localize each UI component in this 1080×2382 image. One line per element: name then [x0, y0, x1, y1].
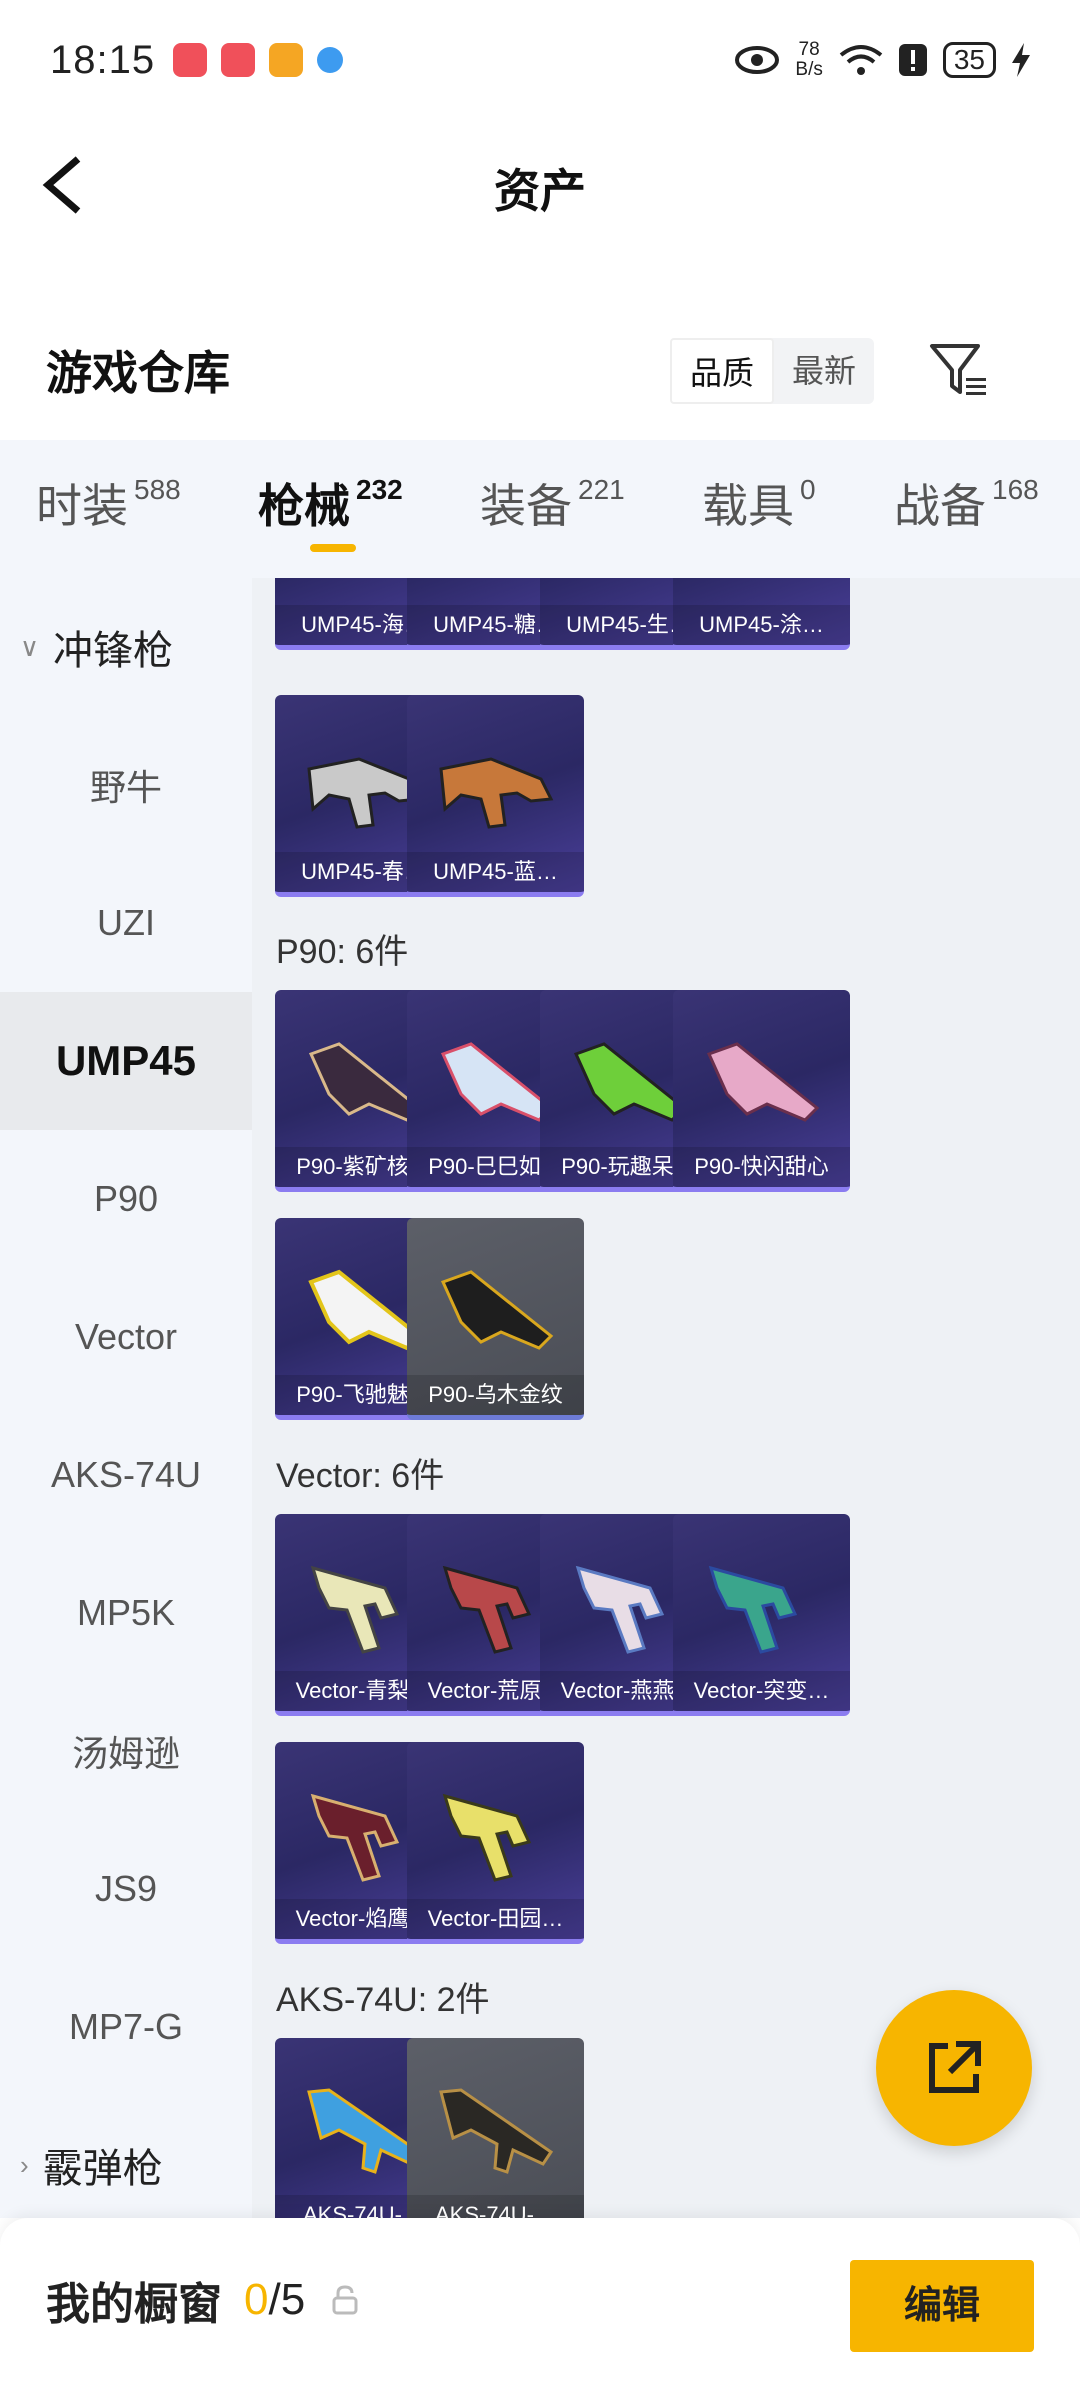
- gun-skin-image: [439, 757, 554, 829]
- share-button[interactable]: [876, 1990, 1032, 2146]
- status-bar: 18:15 78 B/s 35: [0, 0, 1080, 120]
- edit-button[interactable]: 编辑: [850, 2260, 1034, 2352]
- battery-indicator: 35: [942, 42, 996, 78]
- sort-latest-button[interactable]: 最新: [774, 338, 874, 404]
- sidebar-category-smg[interactable]: ∨ 冲锋枪: [0, 578, 252, 716]
- weapon-name: UMP45-涂…: [673, 605, 850, 645]
- weapon-name: Vector-突变…: [673, 1671, 850, 1711]
- page-title: 资产: [494, 164, 586, 217]
- sidebar-category-label: 冲锋枪: [53, 629, 174, 673]
- tab-equipment[interactable]: 装备 221: [480, 470, 625, 536]
- tab-label: 时装: [36, 480, 128, 532]
- app-notification-icon: [173, 43, 208, 77]
- filter-icon[interactable]: [928, 340, 990, 402]
- weapon-name: P90-乌木金纹: [407, 1375, 584, 1415]
- gun-skin-image: [440, 1270, 554, 1350]
- weapon-card[interactable]: UMP45-涂…: [673, 578, 850, 650]
- gun-skin-image: [706, 1042, 820, 1122]
- tab-label: 枪械: [258, 480, 350, 532]
- sidebar-item[interactable]: AKS-74U: [0, 1406, 252, 1544]
- sidebar-category-shotgun[interactable]: › 霰弹枪: [0, 2096, 252, 2234]
- tab-count: 588: [134, 474, 181, 505]
- chevron-down-icon: ∨: [20, 631, 40, 662]
- tab-count: 0: [800, 474, 816, 505]
- sidebar-item[interactable]: 野牛: [0, 716, 252, 854]
- section-title-p90: P90: 6件: [276, 933, 409, 971]
- warehouse-title: 游戏仓库: [46, 347, 230, 399]
- browser-notification-icon: [317, 47, 344, 73]
- external-link-icon: [929, 2041, 981, 2093]
- back-arrow-icon[interactable]: [38, 155, 98, 215]
- weapon-card[interactable]: UMP45-蓝…: [407, 695, 584, 897]
- gun-skin-image: [442, 1793, 532, 1882]
- chevron-right-icon: ›: [20, 2149, 29, 2180]
- weapon-card[interactable]: AKS-74U-…: [407, 2038, 584, 2218]
- tab-firearms[interactable]: 枪械 232: [258, 470, 403, 536]
- net-speed-value: 78: [798, 39, 820, 60]
- weapon-name: AKS-74U-…: [407, 2195, 584, 2218]
- sort-toggle: 品质 最新: [670, 338, 875, 404]
- sidebar-item-active[interactable]: UMP45: [0, 992, 252, 1130]
- sidebar-category-label: 霰弹枪: [42, 2147, 163, 2191]
- sidebar-item[interactable]: P90: [0, 1130, 252, 1268]
- weapon-name: Vector-田园…: [407, 1899, 584, 1939]
- lock-icon: [332, 2285, 358, 2315]
- game-notification-icon: [269, 43, 304, 77]
- sort-quality-button[interactable]: 品质: [670, 338, 775, 404]
- weapon-sidebar: ∨ 冲锋枪 野牛 UZI UMP45 P90 Vector AKS-74U MP…: [0, 578, 252, 2218]
- alert-icon: [898, 44, 927, 76]
- charging-icon: [1012, 43, 1030, 77]
- net-speed: 78 B/s: [795, 40, 822, 80]
- tab-label: 装备: [480, 480, 572, 532]
- showcase-count-separator: /: [268, 2275, 281, 2324]
- category-tabs: 时装 588 枪械 232 装备 221 载具 0 战备 168: [0, 440, 1080, 578]
- notification-icons: [173, 43, 344, 77]
- net-speed-unit: B/s: [795, 59, 823, 80]
- weapon-card[interactable]: Vector-突变…: [673, 1514, 850, 1716]
- sidebar-item[interactable]: Vector: [0, 1268, 252, 1406]
- weapon-card[interactable]: Vector-田园…: [407, 1742, 584, 1944]
- section-title-vector: Vector: 6件: [276, 1457, 445, 1495]
- section-title-aks74u: AKS-74U: 2件: [276, 1981, 490, 2019]
- tab-count: 168: [992, 474, 1039, 505]
- status-time: 18:15: [50, 37, 156, 82]
- weapon-grid: UMP45-海… UMP45-糖… UMP45-生… UMP45-涂… UMP4…: [252, 578, 1080, 2218]
- eye-icon: [735, 46, 780, 74]
- tab-label: 战备: [894, 480, 986, 532]
- tab-count: 221: [578, 474, 625, 505]
- gun-skin-image: [708, 1565, 798, 1654]
- tab-fashion[interactable]: 时装 588: [36, 470, 181, 536]
- tab-count: 232: [356, 474, 403, 505]
- warehouse-row: 游戏仓库 品质 最新: [0, 320, 1080, 420]
- weapon-card[interactable]: P90-乌木金纹: [407, 1218, 584, 1420]
- wifi-icon: [839, 45, 883, 75]
- weapon-name: UMP45-蓝…: [407, 852, 584, 892]
- status-right: 78 B/s 35: [735, 40, 1030, 80]
- showcase-count-total: 5: [280, 2275, 306, 2324]
- weapon-name: P90-快闪甜心: [673, 1147, 850, 1187]
- showcase-count-current: 0: [244, 2275, 269, 2324]
- showcase-bar: 我的橱窗 0/5 编辑: [0, 2218, 1080, 2382]
- header: 资产: [0, 120, 1080, 255]
- gun-skin-image: [439, 2088, 554, 2174]
- tab-label: 载具: [702, 480, 794, 532]
- sidebar-item[interactable]: UZI: [0, 854, 252, 992]
- tab-supplies[interactable]: 战备 168: [894, 470, 1039, 536]
- sidebar-item[interactable]: MP5K: [0, 1544, 252, 1682]
- sidebar-item[interactable]: 汤姆逊: [0, 1682, 252, 1820]
- showcase-title: 我的橱窗: [46, 2280, 222, 2329]
- tab-vehicles[interactable]: 载具 0: [702, 470, 816, 536]
- showcase-count: 0/5: [244, 2275, 305, 2325]
- sidebar-item[interactable]: JS9: [0, 1820, 252, 1958]
- active-tab-indicator: [310, 544, 356, 552]
- sidebar-item[interactable]: MP7-G: [0, 1958, 252, 2096]
- weapon-card[interactable]: P90-快闪甜心: [673, 990, 850, 1192]
- app-notification-icon: [221, 43, 256, 77]
- gun-skin-image: [697, 578, 827, 592]
